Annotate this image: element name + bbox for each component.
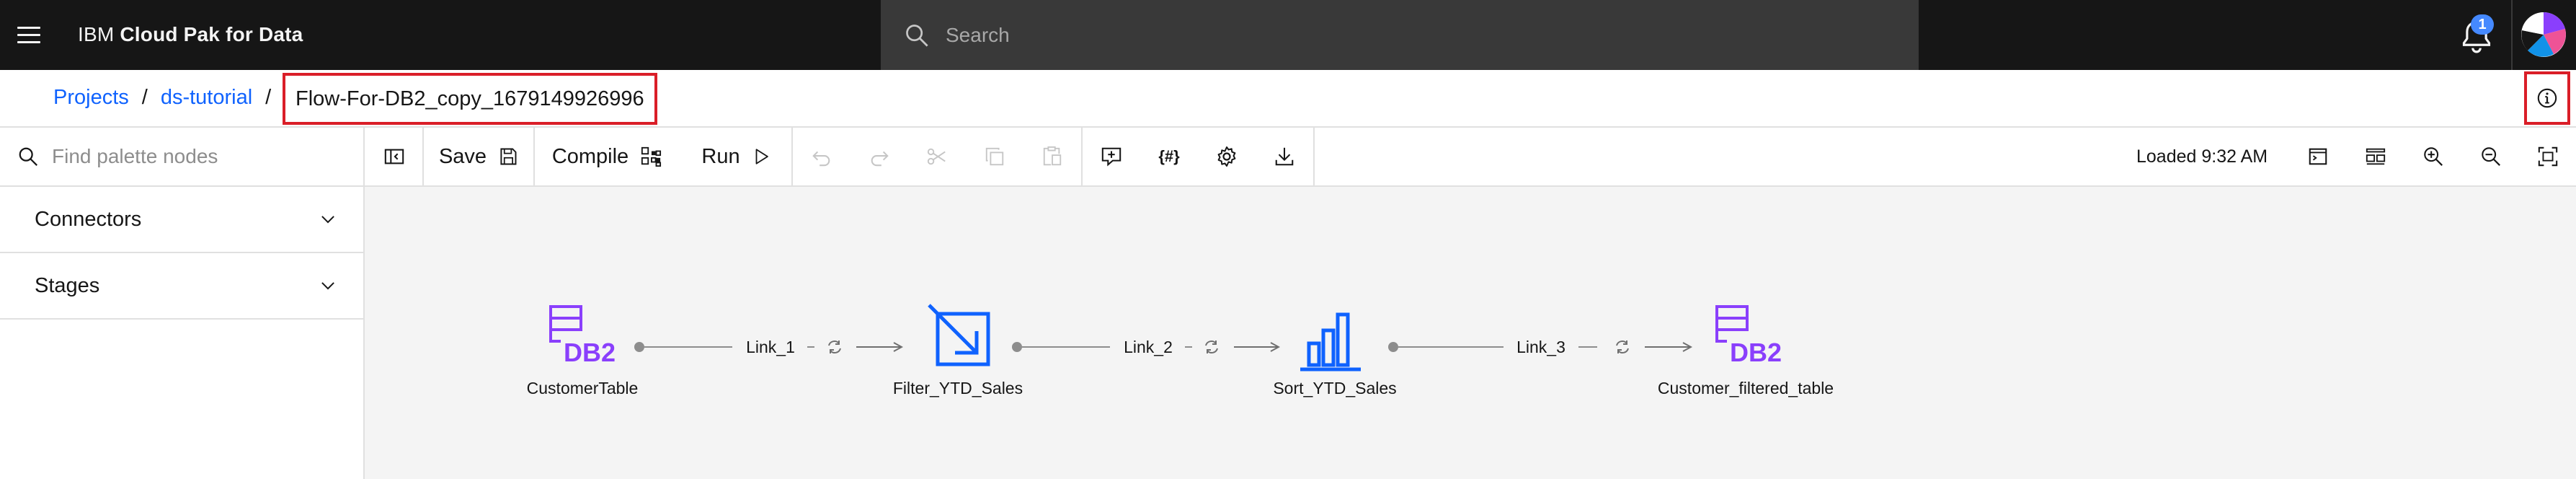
top-header: IBM Cloud Pak for Data 1 [0,0,2576,70]
accordion-stages[interactable]: Stages [0,253,363,320]
refresh-icon [1205,340,1218,353]
link-label: Link_2 [1124,338,1173,356]
header-divider [2511,0,2513,70]
parameters-icon: {#} [1158,147,1180,165]
palette-search[interactable] [0,128,365,185]
hamburger-menu-icon[interactable] [13,19,45,50]
copy-icon [985,147,1004,166]
breadcrumb-separator: / [265,86,272,109]
sidebar-toggle-icon [384,149,404,164]
compile-label: Compile [551,144,629,168]
undo-button[interactable] [793,128,850,185]
zoom-out-button[interactable] [2462,128,2520,185]
toggle-palette-button[interactable] [366,128,422,185]
loaded-status: Loaded 9:32 AM [2136,146,2268,167]
svg-text:DB2: DB2 [1730,338,1782,367]
link-label: Link_3 [1516,338,1565,356]
db2-connector-icon: DB2 [549,305,616,367]
product-brand[interactable]: IBM Cloud Pak for Data [78,23,303,46]
flow-link-2[interactable]: Link_2 [1012,338,1279,356]
flow-toolbar: Save Compile Run {#} Loaded 9:32 AM [0,128,2576,187]
zoom-in-button[interactable] [2404,128,2462,185]
breadcrumb-separator: / [141,86,148,109]
breadcrumb-project-link[interactable]: ds-tutorial [161,86,252,110]
zoom-out-icon [2482,147,2500,166]
sort-stage-icon [1300,312,1361,372]
redo-button[interactable] [850,128,908,185]
node-label: Customer_filtered_table [1658,379,1834,397]
search-icon [19,147,37,166]
save-button[interactable]: Save [424,128,533,185]
terminal-icon [2309,148,2327,165]
chevron-down-icon [321,282,334,290]
db2-connector-icon: DB2 [1715,305,1782,367]
link-label: Link_1 [746,338,795,356]
toolbar-divider [1313,128,1315,185]
flow-node-customer-filtered-table[interactable]: DB2 Customer_filtered_table [1658,305,1834,397]
notification-count-badge: 1 [2471,14,2494,35]
node-palette: Connectors Stages [0,187,365,479]
arrange-layout-icon [2366,148,2386,165]
search-icon [906,24,928,47]
flow-link-3[interactable]: Link_3 [1388,338,1691,356]
node-label: Filter_YTD_Sales [893,379,1023,397]
flow-node-customer-table[interactable]: DB2 CustomerTable [527,305,639,397]
palette-search-input[interactable] [52,145,355,168]
cut-icon [927,148,946,165]
parameters-button[interactable]: {#} [1140,128,1198,185]
undo-icon [812,151,830,167]
paste-icon [1043,146,1062,166]
chevron-down-icon [321,216,334,224]
download-button[interactable] [1256,128,1313,185]
flow-link-1[interactable]: Link_1 [634,338,902,356]
terminal-button[interactable] [2289,128,2347,185]
accordion-label: Stages [35,273,100,297]
breadcrumb-projects-link[interactable]: Projects [53,86,129,110]
flow-canvas[interactable]: DB2 CustomerTable Link_1 Filter_YTD_Sale… [365,187,2576,479]
flow-diagram: DB2 CustomerTable Link_1 Filter_YTD_Sale… [527,304,1834,397]
node-label: Sort_YTD_Sales [1273,379,1396,397]
settings-gear-icon [1217,146,1236,167]
zoom-in-icon [2424,147,2443,166]
refresh-icon [828,340,841,353]
add-comment-button[interactable] [1083,128,1140,185]
copy-button[interactable] [966,128,1023,185]
paste-button[interactable] [1023,128,1081,185]
node-label: CustomerTable [527,379,639,397]
breadcrumb-current-flow: Flow-For-DB2_copy_1679149926996 [283,73,657,125]
svg-text:DB2: DB2 [564,338,616,367]
breadcrumb: Projects / ds-tutorial / [53,86,284,110]
breadcrumb-bar: Projects / ds-tutorial / Flow-For-DB2_co… [0,70,2576,128]
add-comment-icon [1101,147,1122,167]
filter-stage-icon [928,304,990,366]
flow-node-filter-ytd-sales[interactable]: Filter_YTD_Sales [893,304,1023,397]
save-icon [500,148,517,165]
info-button[interactable] [2524,71,2570,125]
compile-icon [641,146,662,167]
user-avatar[interactable] [2521,12,2567,58]
global-search-input[interactable] [946,23,1811,47]
arrange-layout-button[interactable] [2347,128,2404,185]
run-label: Run [701,144,740,168]
global-search[interactable] [881,0,1919,70]
fit-to-screen-icon [2538,146,2558,167]
cut-button[interactable] [908,128,966,185]
redo-icon [871,151,889,167]
accordion-label: Connectors [35,207,142,231]
run-button[interactable]: Run [682,128,790,185]
accordion-connectors[interactable]: Connectors [0,187,363,253]
download-icon [1275,147,1294,166]
settings-button[interactable] [1198,128,1256,185]
flow-node-sort-ytd-sales[interactable]: Sort_YTD_Sales [1273,312,1397,397]
refresh-icon [1616,340,1629,353]
save-label: Save [438,144,487,168]
fit-to-screen-button[interactable] [2520,128,2576,185]
information-icon [2537,88,2557,108]
run-play-icon [755,149,768,164]
compile-button[interactable]: Compile [535,128,679,185]
